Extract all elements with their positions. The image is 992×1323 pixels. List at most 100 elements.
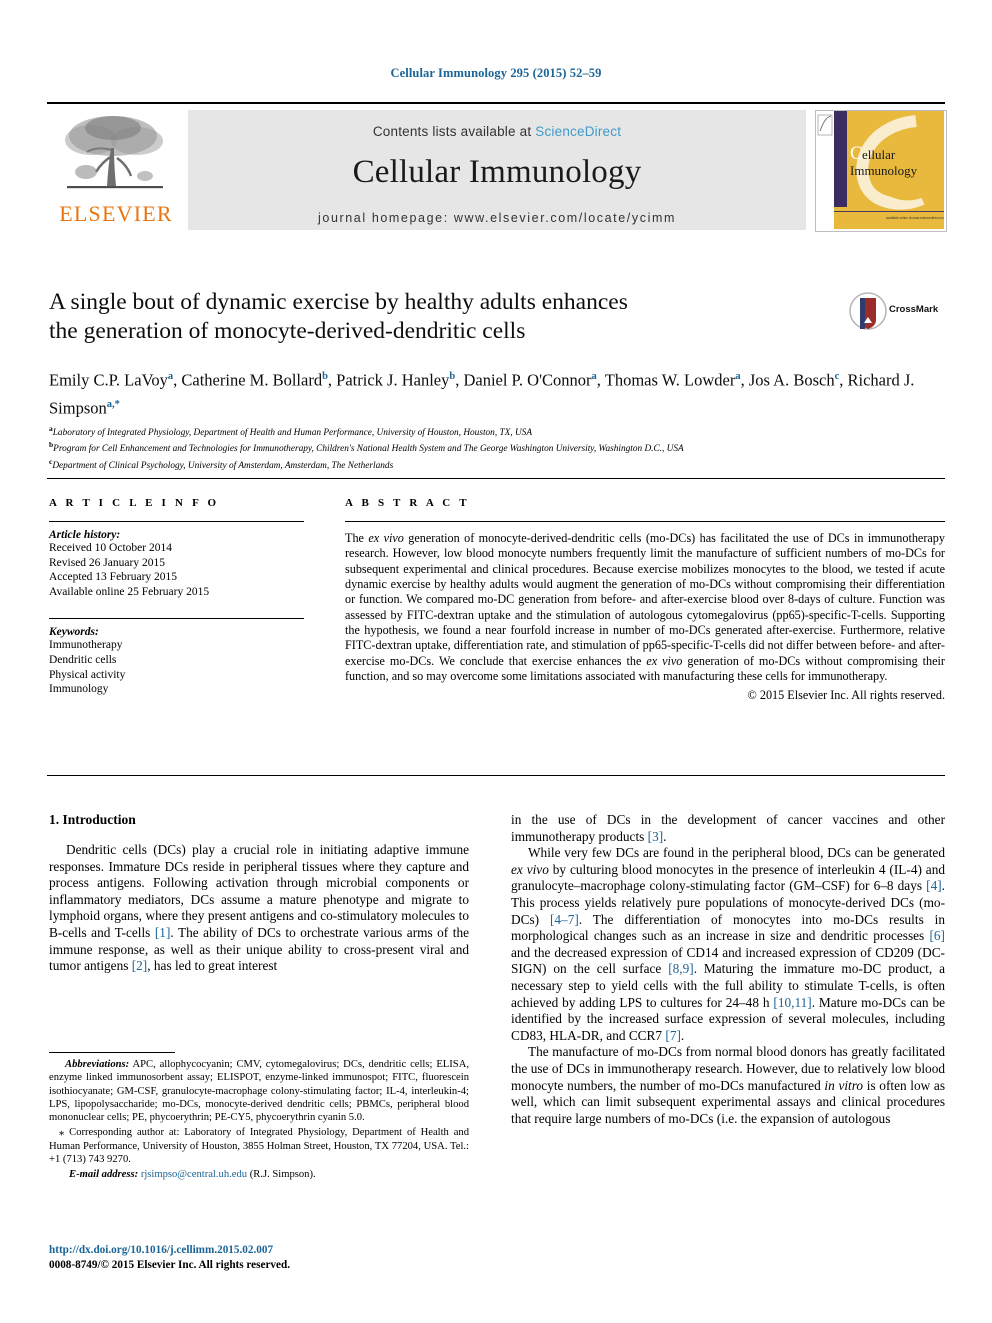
para-part: . (680, 1027, 685, 1043)
intro-paragraph-3: While very few DCs are found in the peri… (511, 845, 945, 1044)
elsevier-tree-icon (65, 116, 163, 189)
citation-ref[interactable]: [8,9] (668, 961, 693, 976)
issn-prefix: 0008-8749/ (49, 1258, 101, 1271)
email-suffix: (R.J. Simpson). (247, 1169, 316, 1181)
intro-paragraph-2: in the use of DCs in the development of … (511, 812, 945, 845)
intro-right-column: in the use of DCs in the development of … (511, 812, 945, 1127)
para-italic: in vitro (824, 1077, 864, 1093)
divider (49, 521, 304, 522)
citation-ref[interactable]: [4] (926, 878, 942, 893)
abstract-italic: ex vivo (646, 653, 683, 668)
cover-title-1: ellular (862, 147, 896, 162)
article-info-heading: A R T I C L E I N F O (49, 497, 220, 509)
abstract-block: A B S T R A C T The ex vivo generation o… (345, 497, 945, 703)
keyword-item: Immunology (49, 683, 109, 696)
issn-copyright-line: 0008-8749/© 2015 Elsevier Inc. All right… (49, 1258, 479, 1273)
journal-masthead: ELSEVIER Contents lists available at Sci… (47, 102, 947, 232)
affiliation-text: Program for Cell Enhancement and Technol… (53, 444, 684, 455)
keyword-item: Physical activity (49, 668, 126, 681)
issn-copyright: © 2015 Elsevier Inc. All rights reserved… (100, 1258, 291, 1271)
affiliation-item: aLaboratory of Integrated Physiology, De… (49, 423, 939, 439)
abstract-heading: A B S T R A C T (345, 497, 470, 509)
citation-ref[interactable]: [6] (929, 928, 945, 943)
keywords-label: Keywords: (49, 626, 99, 639)
cover-artwork: C ellular Immunology available online at… (816, 111, 946, 229)
abbreviations-label: Abbreviations: (65, 1059, 130, 1070)
journal-homepage-link[interactable]: journal homepage: www.elsevier.com/locat… (188, 211, 806, 225)
cover-title-2: Immunology (850, 163, 918, 178)
article-info-block: A R T I C L E I N F O Article history: R… (49, 497, 304, 697)
divider (345, 521, 945, 522)
author-name: Thomas W. Lowder (604, 370, 736, 390)
footnote-divider (49, 1052, 175, 1053)
affiliation-text: Laboratory of Integrated Physiology, Dep… (52, 428, 533, 439)
citation-ref[interactable]: [10,11] (773, 995, 811, 1010)
affiliation-list: aLaboratory of Integrated Physiology, De… (49, 423, 939, 472)
divider-above-info (47, 478, 945, 479)
crossmark-badge[interactable]: CrossMark (849, 292, 945, 332)
para-part: . (663, 828, 667, 844)
abstract-copyright: © 2015 Elsevier Inc. All rights reserved… (747, 688, 945, 703)
author-sep: , (596, 370, 605, 390)
article-title-line2: the generation of monocyte-derived-dendr… (49, 318, 526, 344)
crossmark-icon (849, 292, 887, 330)
para-part: , has led to great interest (147, 958, 278, 974)
abstract-part: generation of monocyte-derived-dendritic… (345, 531, 945, 668)
footnote-block: Abbreviations: APC, allophycocyanin; CMV… (49, 1052, 469, 1182)
contents-available-line: Contents lists available at ScienceDirec… (188, 110, 806, 139)
history-item: Available online 25 February 2015 (49, 585, 210, 598)
email-link[interactable]: rjsimpso@central.uh.edu (141, 1169, 247, 1180)
elsevier-wordmark: ELSEVIER (59, 201, 173, 226)
para-part: in the use of DCs in the development of … (511, 812, 945, 844)
section-heading-introduction: 1. Introduction (49, 812, 136, 827)
keyword-item: Dendritic cells (49, 653, 117, 666)
doi-block: http://dx.doi.org/10.1016/j.cellimm.2015… (49, 1243, 479, 1272)
author-sep: , (839, 370, 848, 390)
corresponding-author-note: ⁎ Corresponding author at: Laboratory of… (49, 1126, 469, 1166)
doi-link[interactable]: http://dx.doi.org/10.1016/j.cellimm.2015… (49, 1243, 479, 1258)
citation-ref[interactable]: [4–7] (550, 912, 579, 927)
email-label: E-mail address: (69, 1169, 139, 1181)
affiliation-item: bProgram for Cell Enhancement and Techno… (49, 439, 939, 455)
abbreviations-note: Abbreviations: APC, allophycocyanin; CMV… (49, 1058, 469, 1124)
citation-ref[interactable]: [2] (132, 958, 148, 973)
abstract-text: The ex vivo generation of monocyte-deriv… (345, 531, 945, 684)
intro-paragraph-4: The manufacture of mo-DCs from normal bl… (511, 1044, 945, 1127)
author-list: Emily C.P. LaVoya, Catherine M. Bollardb… (49, 365, 929, 420)
divider-below-abstract (47, 775, 945, 776)
author-name: Emily C.P. LaVoy (49, 370, 168, 390)
sciencedirect-link[interactable]: ScienceDirect (535, 124, 621, 139)
contents-band: Contents lists available at ScienceDirec… (188, 110, 806, 230)
citation-ref[interactable]: [1] (155, 925, 171, 940)
intro-left-column: 1. Introduction Dendritic cells (DCs) pl… (49, 812, 469, 975)
journal-title: Cellular Immunology (352, 154, 642, 190)
crossmark-label: CrossMark (889, 304, 939, 315)
citation-ref[interactable]: [3] (648, 829, 664, 844)
cover-footer: available online at www.sciencedirect.co… (886, 216, 944, 220)
keyword-item: Immunotherapy (49, 639, 123, 652)
article-page: Cellular Immunology 295 (2015) 52–59 ELS… (0, 0, 992, 1323)
elsevier-logo: ELSEVIER (47, 110, 185, 230)
abstract-part: The (345, 531, 369, 545)
abstract-italic: ex vivo (368, 531, 404, 545)
running-head: Cellular Immunology 295 (2015) 52–59 (390, 66, 602, 80)
affiliation-item: cDepartment of Clinical Psychology, Univ… (49, 456, 939, 472)
author-name: Jos A. Bosch (748, 370, 835, 390)
author-name: Patrick J. Hanley (336, 370, 450, 390)
author-affil-mark: a,* (106, 398, 120, 410)
journal-cover-image: C ellular Immunology available online at… (815, 110, 947, 232)
history-item: Received 10 October 2014 (49, 542, 172, 554)
article-history-label: Article history: (49, 529, 121, 541)
author-sep: , (740, 370, 749, 390)
author-sep: , (327, 370, 337, 390)
para-italic: ex vivo (511, 861, 549, 877)
affiliation-text: Department of Clinical Psychology, Unive… (52, 460, 394, 471)
para-part: While very few DCs are found in the peri… (528, 845, 945, 861)
history-item: Revised 26 January 2015 (49, 556, 165, 569)
cover-initial: C (850, 143, 863, 164)
article-title: A single bout of dynamic exercise by hea… (49, 288, 789, 346)
author-name: Daniel P. O'Connor (463, 370, 592, 390)
citation-ref[interactable]: [7] (665, 1028, 681, 1043)
author-name: Catherine M. Bollard (181, 370, 323, 390)
corresponding-text: Corresponding author at: Laboratory of I… (49, 1127, 469, 1166)
